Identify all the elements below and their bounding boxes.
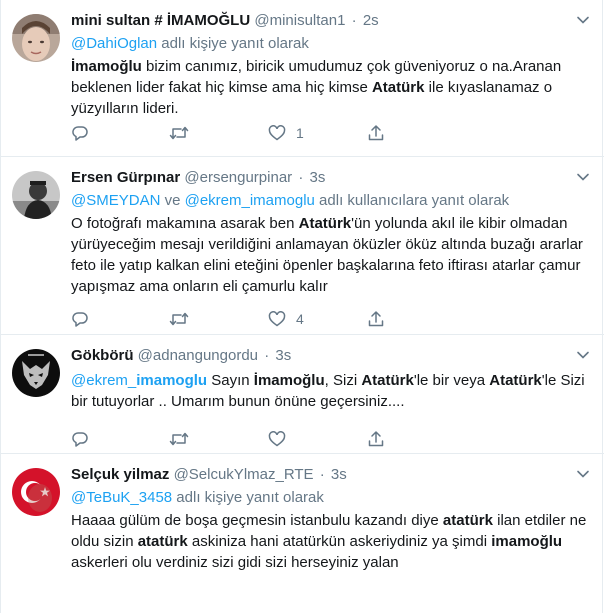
retweet-icon [169,432,189,446]
share-button[interactable] [367,123,385,143]
reply-context: @SMEYDAN ve @ekrem_imamoglu adlı kullanı… [71,191,509,211]
text-segment: Sayın [207,372,254,389]
like-button[interactable] [268,429,286,449]
retweet-button[interactable] [169,429,189,449]
username[interactable]: @minisultan1 [254,12,345,29]
timeline: mini sultan # İMAMOĞLU @minisultan1 · 2s… [0,0,604,613]
like-count: 4 [296,311,304,327]
tweet[interactable]: mini sultan # İMAMOĞLU @minisultan1 · 2s… [1,0,604,157]
reply-context: @DahiOglan adlı kişiye yanıt olarak [71,34,309,54]
avatar[interactable] [12,468,60,516]
text-segment: Haaaa gülüm de boşa geçmesin istanbulu k… [71,512,443,529]
separator-dot: · [264,347,270,364]
text-segment: , Sizi [324,372,362,389]
tweet-header: Gökbörü @adnangungordu · 3s [71,346,291,366]
username[interactable]: @SelcukYlmaz_RTE [174,466,314,483]
highlight-term: Atatürk [298,215,352,232]
text-segment: askerleri olu verdiniz sizi gidi sizi he… [71,554,399,571]
tweet-actions [71,429,391,449]
highlight-term: İmamoğlu [71,58,142,75]
reply-context: @TeBuK_3458 adlı kişiye yanıt olarak [71,488,324,508]
like-button[interactable]: 1 [268,123,304,143]
chevron-down-icon[interactable] [576,348,590,362]
tweet-text: Haaaa gülüm de boşa geçmesin istanbulu k… [71,510,590,573]
mention-link[interactable]: @SMEYDAN [71,192,160,209]
reply-button[interactable] [71,309,89,329]
share-icon [368,431,384,447]
heart-icon [268,431,286,447]
highlight-term: atatürk [442,512,493,529]
separator-dot: · [351,12,357,29]
reply-context-text: ve [160,192,185,209]
like-count: 1 [296,125,304,141]
separator-dot: · [298,169,304,186]
username[interactable]: @adnangungordu [138,347,258,364]
mention-link[interactable]: @ekrem_ [71,372,136,389]
highlight-term: Atatürk [371,79,425,96]
reply-button[interactable] [71,429,89,449]
reply-context-text: adlı kişiye yanıt olarak [172,489,324,506]
reply-button[interactable] [71,123,89,143]
reply-icon [72,432,88,447]
reply-icon [72,126,88,141]
highlight-term: imamoğlu [491,533,563,550]
tweet[interactable]: Gökbörü @adnangungordu · 3s @ekrem_imamo… [1,335,604,454]
tweet-text: İmamoğlu bizim canımız, biricik umudumuz… [71,56,590,119]
timestamp[interactable]: 3s [331,466,347,483]
reply-context-text: adlı kullanıcılara yanıt olarak [314,192,510,209]
share-icon [368,125,384,141]
username[interactable]: @ersengurpinar [184,169,292,186]
tweet-text: @ekrem_imamoglu Sayın İmamoğlu, Sizi Ata… [71,370,590,412]
chevron-down-icon[interactable] [576,13,590,27]
retweet-button[interactable] [169,123,189,143]
heart-icon [268,311,286,327]
mention-link[interactable]: imamoglu [136,372,207,389]
highlight-term: Atatürk [489,372,542,389]
chevron-down-icon[interactable] [576,467,590,481]
text-segment: O fotoğrafı makamına asarak ben [71,215,299,232]
timestamp[interactable]: 2s [363,12,379,29]
mention-link[interactable]: @ekrem_imamoglu [185,192,315,209]
text-segment: askiniza hani atatürkün askeriydiniz ya … [187,533,492,550]
tweet[interactable]: Ersen Gürpınar @ersengurpinar · 3s @SMEY… [1,157,604,335]
avatar[interactable] [12,349,60,397]
tweet-header: mini sultan # İMAMOĞLU @minisultan1 · 2s [71,11,379,31]
share-button[interactable] [367,309,385,329]
highlight-term: İmamoğlu [253,372,325,389]
display-name[interactable]: Ersen Gürpınar [71,169,180,186]
tweet-actions: 1 [71,123,391,143]
display-name[interactable]: Selçuk yilmaz [71,466,169,483]
highlight-term: atatürk [137,533,188,550]
separator-dot: · [319,466,325,483]
tweet-header: Selçuk yilmaz @SelcukYlmaz_RTE · 3s [71,465,347,485]
retweet-icon [169,126,189,140]
avatar[interactable] [12,14,60,62]
tweet-text: O fotoğrafı makamına asarak ben Atatürk'… [71,213,590,297]
retweet-button[interactable] [169,309,189,329]
avatar[interactable] [12,171,60,219]
share-button[interactable] [367,429,385,449]
display-name[interactable]: mini sultan # İMAMOĞLU [71,12,250,29]
highlight-term: Atatürk [361,372,414,389]
tweet-header: Ersen Gürpınar @ersengurpinar · 3s [71,168,325,188]
like-button[interactable]: 4 [268,309,304,329]
heart-icon [268,125,286,141]
timestamp[interactable]: 3s [275,347,291,364]
display-name[interactable]: Gökbörü [71,347,134,364]
retweet-icon [169,312,189,326]
timestamp[interactable]: 3s [310,169,326,186]
mention-link[interactable]: @DahiOglan [71,35,157,52]
text-segment: 'le bir veya [413,372,490,389]
chevron-down-icon[interactable] [576,170,590,184]
reply-context-text: adlı kişiye yanıt olarak [157,35,309,52]
tweet[interactable]: Selçuk yilmaz @SelcukYlmaz_RTE · 3s @TeB… [1,454,604,613]
tweet-actions: 4 [71,309,391,329]
mention-link[interactable]: @TeBuK_3458 [71,489,172,506]
reply-icon [72,312,88,327]
share-icon [368,311,384,327]
